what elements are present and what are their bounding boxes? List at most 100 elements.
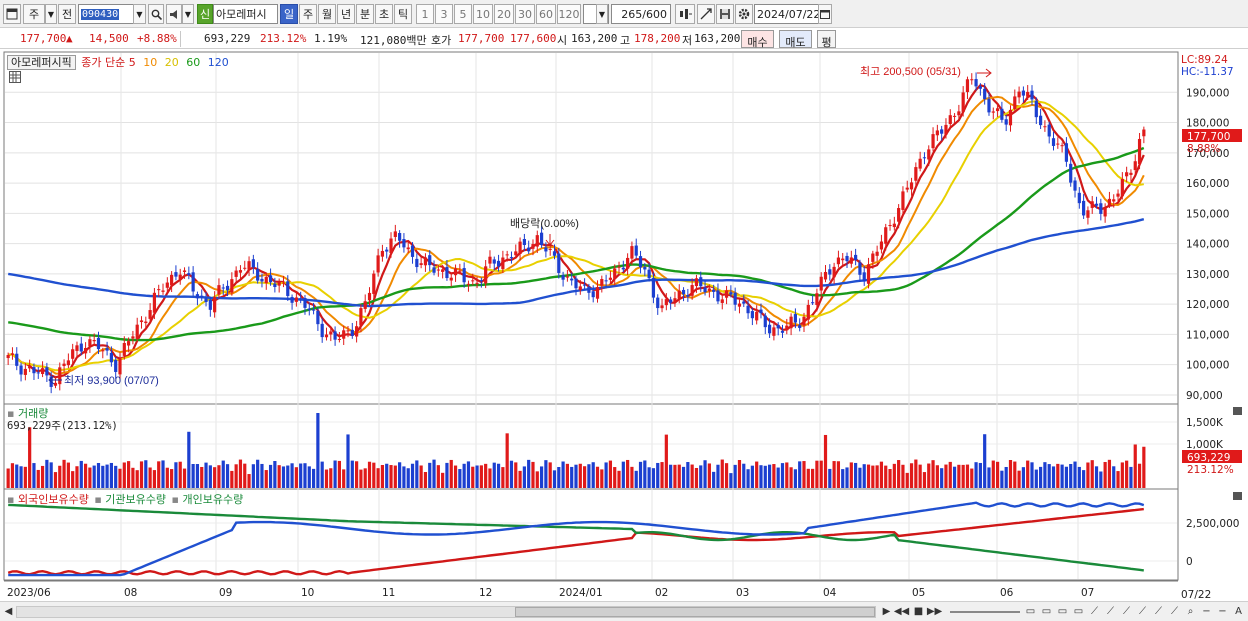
layout-icon[interactable]: ▭ — [1040, 605, 1053, 618]
interval-3[interactable]: 3 — [435, 4, 453, 24]
candle-body — [879, 241, 884, 250]
draw-icon[interactable]: ⟋ — [1168, 605, 1181, 618]
forward-icon[interactable]: ▶▶ — [927, 605, 942, 618]
draw-icon[interactable]: ⟋ — [1088, 605, 1101, 618]
candle-body — [1073, 180, 1077, 191]
stock-name-field[interactable]: 아모레퍼시 — [213, 4, 278, 24]
interval-20[interactable]: 20 — [494, 4, 514, 24]
candle-body — [522, 238, 526, 246]
layout-icon[interactable]: ▭ — [1024, 605, 1037, 618]
interval-30[interactable]: 30 — [515, 4, 535, 24]
candle-body — [204, 298, 208, 303]
timeframe-week[interactable]: 주 — [299, 4, 317, 24]
scroll-thumb[interactable] — [515, 607, 875, 617]
timeframe-second[interactable]: 초 — [375, 4, 393, 24]
zoom-icon[interactable]: ⌕ — [1184, 605, 1197, 618]
rewind-icon[interactable]: ◀◀ — [894, 605, 909, 618]
chart-area[interactable]: 190,000 180,000 170,000 160,000 150,000 140,0… — [0, 51, 1248, 601]
stock-code-input[interactable]: 090430 — [78, 4, 134, 24]
timeframe-month[interactable]: 월 — [318, 4, 336, 24]
interval-120[interactable]: 120 — [557, 4, 581, 24]
candle-body — [247, 261, 251, 270]
legend-institution[interactable]: 기관보유수량 — [105, 493, 166, 506]
volume-bar — [96, 462, 101, 488]
eval-button[interactable]: 평 — [817, 30, 836, 49]
buy-button[interactable]: 매수 — [741, 30, 774, 49]
volume-bar — [225, 464, 230, 488]
speaker-icon[interactable] — [166, 4, 182, 24]
close-icon[interactable] — [1233, 407, 1242, 415]
count-field[interactable]: 265/600 — [611, 4, 671, 24]
volume-bar — [170, 469, 174, 488]
stop-icon[interactable]: ■ — [912, 605, 925, 618]
candle-body — [79, 343, 83, 352]
volume-bar — [320, 461, 324, 488]
calendar-icon[interactable] — [818, 4, 832, 24]
volume-bar — [1137, 463, 1142, 488]
chevron-down-icon[interactable]: ▼ — [596, 4, 608, 24]
candle-body — [1056, 143, 1060, 145]
window-icon[interactable] — [3, 4, 21, 24]
chevron-down-icon[interactable]: ▼ — [182, 4, 194, 24]
volume-bar — [281, 466, 286, 488]
close-icon[interactable] — [1233, 492, 1242, 500]
gear-icon[interactable] — [735, 4, 753, 24]
layout-icon[interactable]: ▭ — [1056, 605, 1069, 618]
draw-icon[interactable]: ⟋ — [1120, 605, 1133, 618]
timeframe-day[interactable]: 일 — [280, 4, 298, 24]
stock-chart[interactable]: 190,000180,000170,000160,000150,000140,0… — [0, 51, 1248, 601]
volume-bar — [716, 464, 720, 488]
sell-button[interactable]: 매도 — [779, 30, 812, 49]
timeframe-tick[interactable]: 틱 — [394, 4, 412, 24]
timeframe-year[interactable]: 년 — [337, 4, 355, 24]
legend-ma-20[interactable]: 20 — [165, 56, 179, 69]
draw-icon[interactable]: ⟋ — [1104, 605, 1117, 618]
chevron-down-icon[interactable]: ▼ — [45, 4, 57, 24]
resize-icon[interactable] — [697, 4, 715, 24]
legend-ma-5[interactable]: 5 — [129, 56, 136, 69]
volume-bar — [406, 468, 410, 488]
crosshair-icon[interactable] — [675, 4, 695, 24]
interval-60[interactable]: 60 — [536, 4, 556, 24]
candle-body — [466, 283, 471, 285]
interval-10[interactable]: 10 — [473, 4, 493, 24]
zoom-out-icon[interactable]: − — [1200, 605, 1213, 618]
candle-body — [927, 149, 931, 160]
volume-bar — [983, 434, 987, 488]
save-icon[interactable] — [716, 4, 734, 24]
volume-bar — [604, 462, 608, 488]
font-size-icon[interactable]: A — [1232, 605, 1245, 618]
volume-bar — [927, 463, 931, 488]
legend-ma-10[interactable]: 10 — [143, 56, 157, 69]
table-icon[interactable] — [9, 71, 21, 83]
legend-ma-120[interactable]: 120 — [208, 56, 229, 69]
search-icon[interactable] — [148, 4, 164, 24]
volume-bar — [931, 460, 935, 488]
candle-body — [268, 275, 273, 283]
draw-icon[interactable]: ⟋ — [1136, 605, 1149, 618]
volume-bar — [991, 460, 995, 488]
candle-body — [1051, 138, 1056, 146]
interval-1[interactable]: 1 — [416, 4, 434, 24]
scroll-right-icon[interactable]: ▶ — [880, 605, 893, 618]
legend-ma-60[interactable]: 60 — [186, 56, 200, 69]
draw-icon[interactable]: ⟋ — [1152, 605, 1165, 618]
prev-button[interactable]: 전 — [58, 4, 76, 24]
volume-bar — [101, 465, 105, 488]
timeframe-minute[interactable]: 분 — [356, 4, 374, 24]
x-tick-label: 12 — [479, 587, 492, 599]
period-type-button[interactable]: 주 — [23, 4, 45, 24]
zoom-slider[interactable] — [950, 611, 1020, 613]
interval-5[interactable]: 5 — [454, 4, 472, 24]
minus-icon[interactable]: − — [1216, 605, 1229, 618]
legend-foreign[interactable]: 외국인보유수량 — [18, 493, 89, 506]
layout-icon[interactable]: ▭ — [1072, 605, 1085, 618]
scroll-track[interactable] — [16, 606, 876, 618]
legend-individual[interactable]: 개인보유수량 — [182, 493, 243, 506]
volume-bar — [75, 466, 79, 488]
candle-body — [862, 272, 866, 282]
chevron-down-icon[interactable]: ▼ — [133, 4, 146, 24]
legend-stock-name[interactable]: 아모레퍼시픽 — [7, 55, 76, 70]
scroll-left-icon[interactable]: ◀ — [2, 605, 15, 618]
volume-bar — [591, 462, 595, 488]
